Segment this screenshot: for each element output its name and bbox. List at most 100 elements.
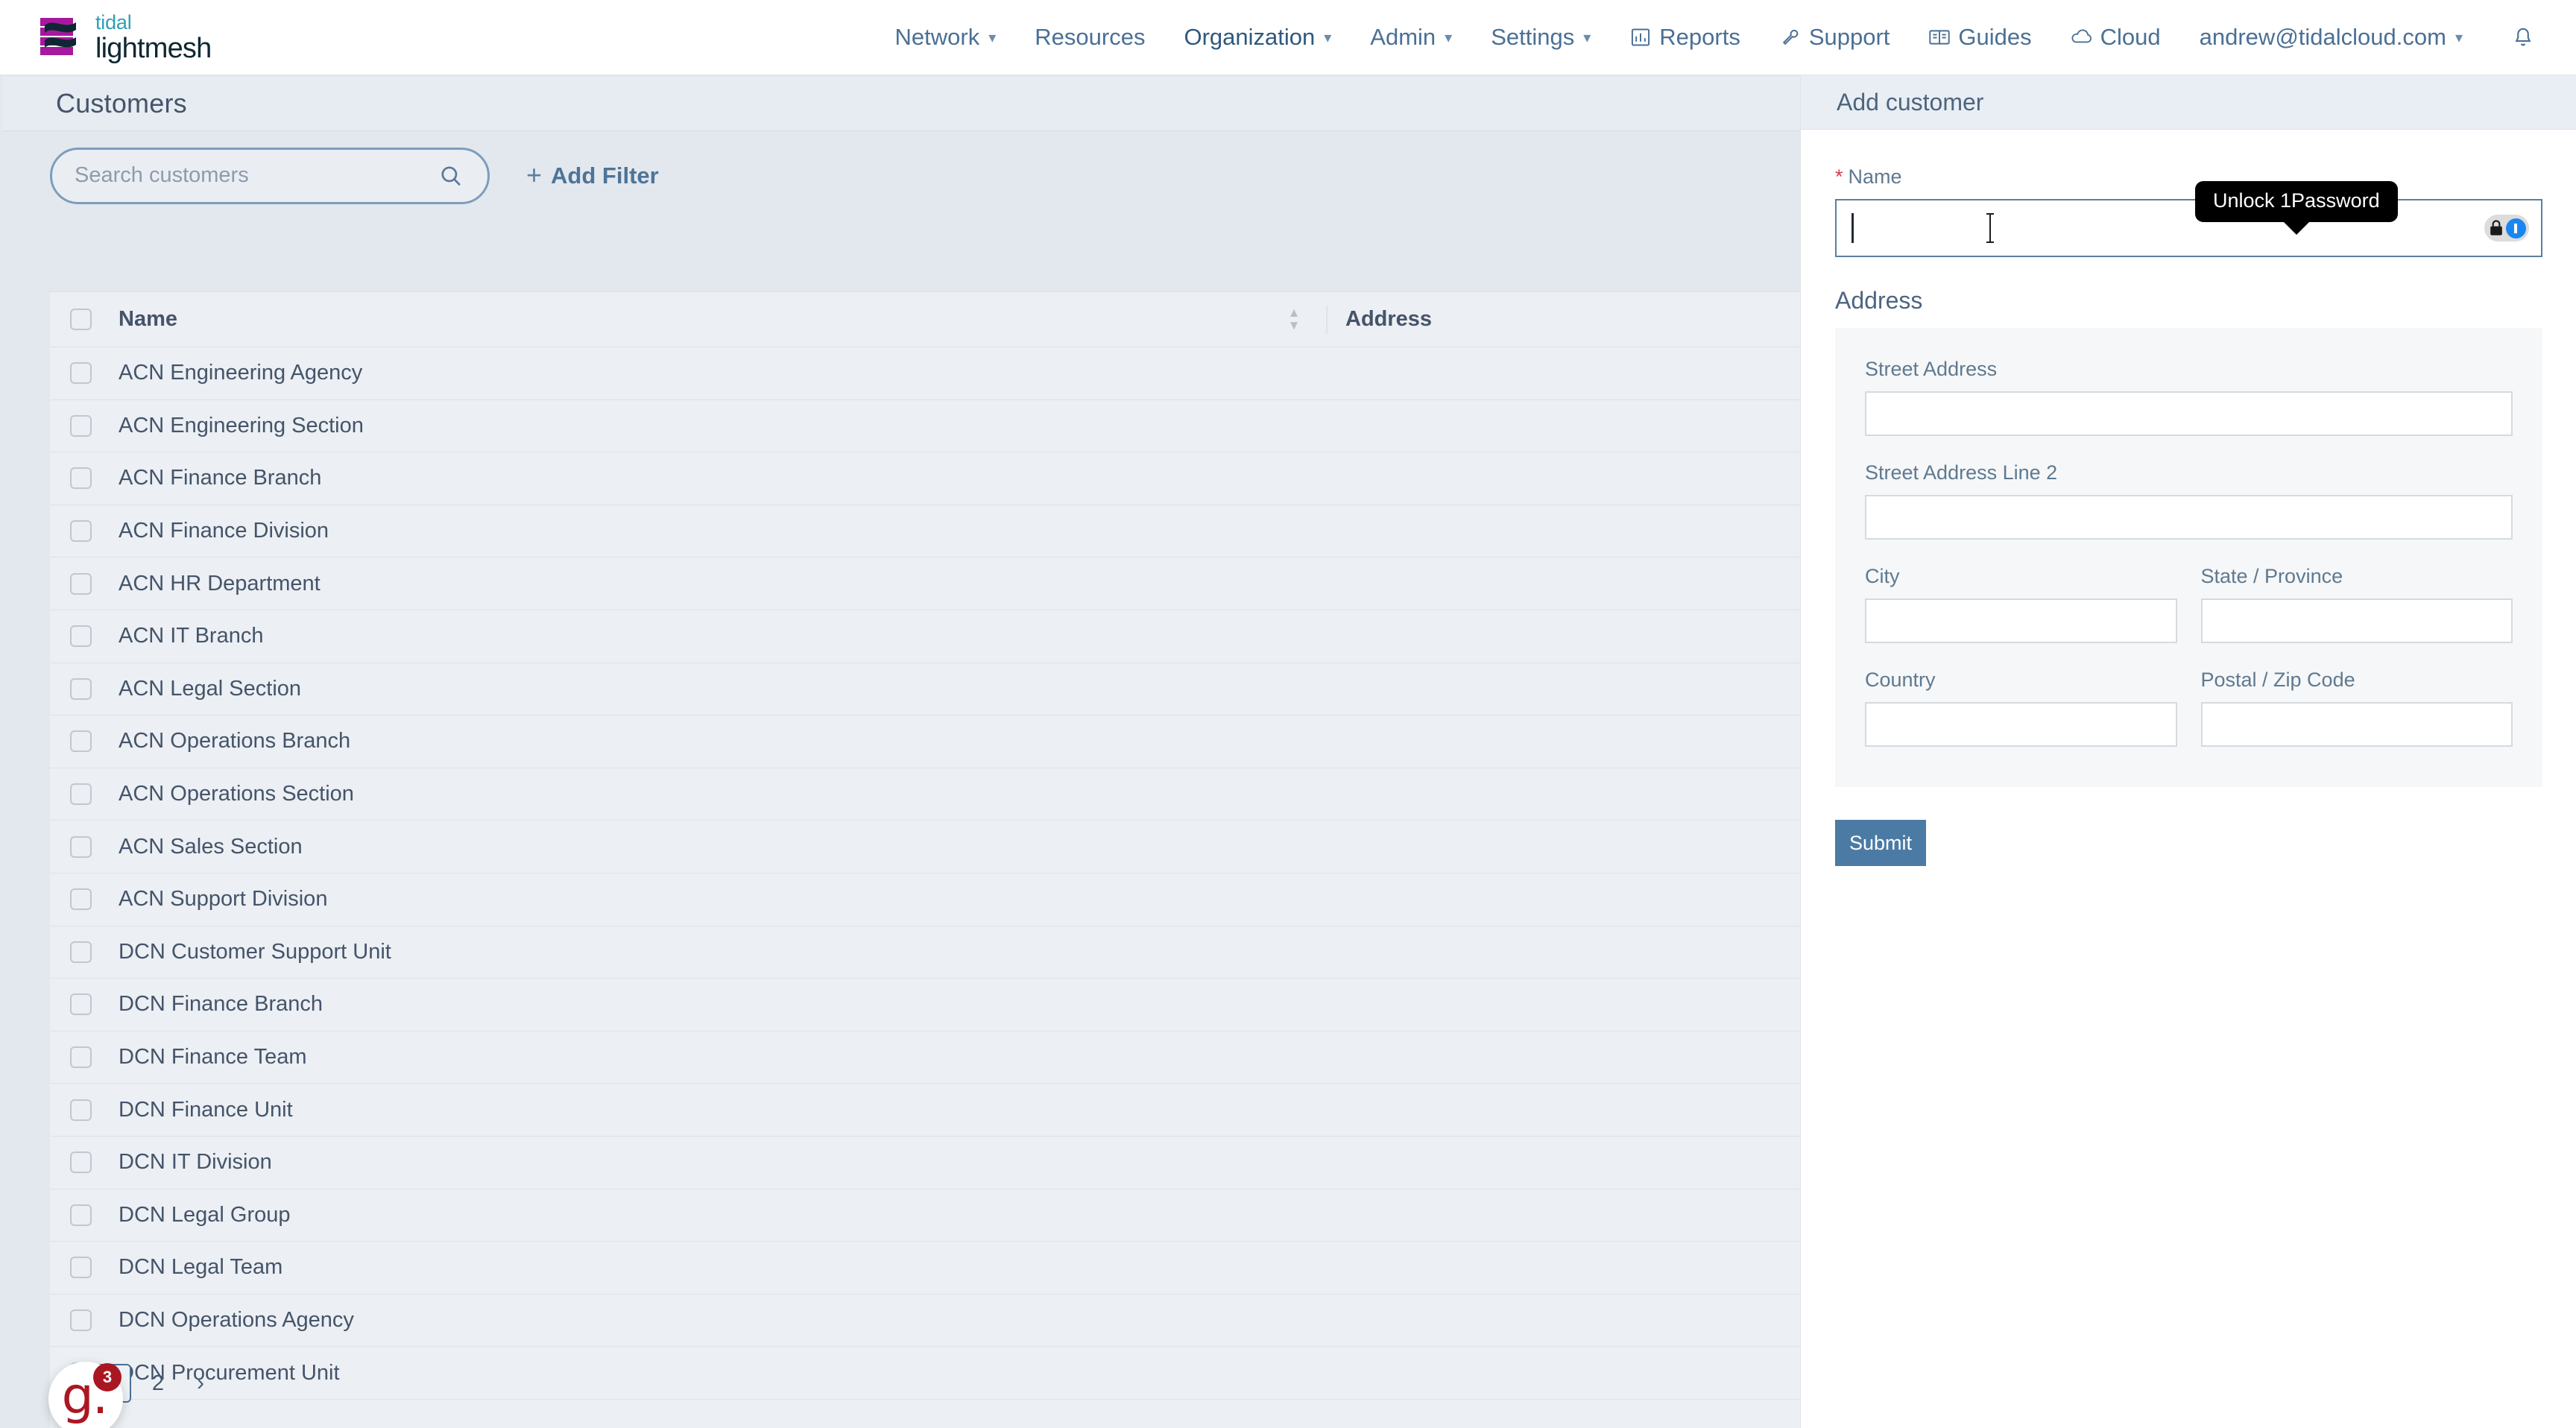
cell-customer-name[interactable]: ACN HR Department xyxy=(119,572,1281,596)
table-row[interactable]: ACN Support Division xyxy=(50,873,1800,926)
row-checkbox[interactable] xyxy=(70,362,92,385)
cell-customer-name[interactable]: DCN Legal Group xyxy=(119,1203,1281,1228)
search-icon[interactable] xyxy=(437,162,465,190)
sort-arrows-icon[interactable]: ▲ ▼ xyxy=(1281,306,1307,332)
cell-customer-name[interactable]: ACN Support Division xyxy=(119,887,1281,912)
table-row[interactable]: DCN Finance Team xyxy=(50,1031,1800,1084)
brand-logo[interactable]: tidal lightmesh xyxy=(39,12,212,63)
row-checkbox[interactable] xyxy=(70,1046,92,1069)
nav-item-support[interactable]: Support xyxy=(1760,0,1910,75)
row-checkbox[interactable] xyxy=(70,888,92,911)
nav-label: Organization xyxy=(1184,24,1316,50)
nav-item-guides[interactable]: Guides xyxy=(1909,0,2051,75)
nav-item-settings[interactable]: Settings ▾ xyxy=(1471,0,1610,75)
row-checkbox[interactable] xyxy=(70,1099,92,1121)
table-row[interactable]: DCN Finance Unit xyxy=(50,1084,1800,1137)
country-postal-row: Country Postal / Zip Code xyxy=(1865,669,2513,747)
row-checkbox[interactable] xyxy=(70,993,92,1016)
table-row[interactable]: DCN Procurement Unit xyxy=(50,1347,1800,1400)
row-checkbox[interactable] xyxy=(70,1309,92,1331)
nav-item-cloud[interactable]: Cloud xyxy=(2051,0,2180,75)
cell-customer-name[interactable]: DCN Procurement Unit xyxy=(119,1361,1281,1386)
table-row[interactable]: ACN Operations Branch xyxy=(50,715,1800,768)
city-input[interactable] xyxy=(1865,598,2177,643)
table-row[interactable]: ACN Finance Division xyxy=(50,505,1800,558)
name-field-label: * Name xyxy=(1835,165,2542,189)
nav-item-reports[interactable]: Reports xyxy=(1610,0,1760,75)
nav-item-admin[interactable]: Admin ▾ xyxy=(1351,0,1471,75)
table-row[interactable]: DCN Operations Agency xyxy=(50,1295,1800,1348)
state-input[interactable] xyxy=(2200,598,2513,643)
row-checkbox[interactable] xyxy=(70,1151,92,1174)
cell-customer-name[interactable]: DCN Finance Unit xyxy=(119,1098,1281,1122)
row-checkbox[interactable] xyxy=(70,1204,92,1226)
table-row[interactable]: DCN Customer Support Unit xyxy=(50,926,1800,979)
row-checkbox[interactable] xyxy=(70,835,92,858)
notifications-button[interactable] xyxy=(2504,0,2542,75)
select-all-checkbox[interactable] xyxy=(70,309,92,330)
street-address-2-input[interactable] xyxy=(1865,495,2513,540)
row-checkbox[interactable] xyxy=(70,730,92,753)
column-header-address[interactable]: Address xyxy=(1345,307,1432,332)
cell-customer-name[interactable]: DCN Finance Team xyxy=(119,1045,1281,1070)
row-checkbox[interactable] xyxy=(70,677,92,700)
search-input[interactable]: Search customers xyxy=(75,163,437,188)
nav-label: andrew@tidalcloud.com xyxy=(2199,24,2446,50)
cell-customer-name[interactable]: DCN IT Division xyxy=(119,1150,1281,1175)
nav-item-resources[interactable]: Resources xyxy=(1015,0,1164,75)
cell-customer-name[interactable]: ACN Finance Division xyxy=(119,519,1281,543)
customer-name-input[interactable] xyxy=(1835,199,2542,257)
row-checkbox[interactable] xyxy=(70,625,92,648)
nav-label: Network xyxy=(894,24,980,50)
postal-input[interactable] xyxy=(2200,702,2513,747)
city-state-row: City State / Province xyxy=(1865,565,2513,643)
cell-customer-name[interactable]: ACN Finance Branch xyxy=(119,466,1281,490)
street-address-input[interactable] xyxy=(1865,391,2513,436)
table-row[interactable]: DCN Finance Branch xyxy=(50,979,1800,1031)
row-checkbox[interactable] xyxy=(70,941,92,963)
nav-item-network[interactable]: Network ▾ xyxy=(876,0,1016,75)
row-checkbox[interactable] xyxy=(70,572,92,595)
row-checkbox[interactable] xyxy=(70,783,92,806)
table-row[interactable]: ACN Legal Section xyxy=(50,663,1800,716)
customers-table: Name ▲ ▼ Address ACN Engineering Agency A… xyxy=(50,291,1800,1428)
add-filter-button[interactable]: + Add Filter xyxy=(526,162,659,189)
country-input[interactable] xyxy=(1865,702,2177,747)
table-row[interactable]: ACN Sales Section xyxy=(50,821,1800,873)
nav-item-user-account[interactable]: andrew@tidalcloud.com ▾ xyxy=(2180,0,2482,75)
pagination-next-button[interactable]: › xyxy=(181,1364,220,1403)
cell-customer-name[interactable]: ACN Legal Section xyxy=(119,677,1281,701)
row-checkbox[interactable] xyxy=(70,467,92,490)
row-checkbox[interactable] xyxy=(70,520,92,543)
search-customers-field[interactable]: Search customers xyxy=(50,147,490,204)
table-row[interactable]: ACN Finance Branch xyxy=(50,452,1800,505)
cell-customer-name[interactable]: ACN IT Branch xyxy=(119,624,1281,648)
column-header-name[interactable]: Name xyxy=(119,307,1281,332)
mouse-ibeam-cursor xyxy=(1984,212,1996,244)
cell-customer-name[interactable]: DCN Customer Support Unit xyxy=(119,940,1281,964)
cell-customer-name[interactable]: ACN Engineering Agency xyxy=(119,361,1281,385)
table-row[interactable]: DCN Legal Team xyxy=(50,1242,1800,1295)
cell-customer-name[interactable]: ACN Sales Section xyxy=(119,835,1281,859)
pagination-page-2[interactable]: 2 xyxy=(139,1364,177,1403)
table-row[interactable]: ACN Engineering Section xyxy=(50,400,1800,453)
onepassword-lock-icon[interactable] xyxy=(2484,215,2529,241)
table-row[interactable]: ACN Operations Section xyxy=(50,768,1800,821)
table-row[interactable]: ACN Engineering Agency xyxy=(50,347,1800,400)
submit-button[interactable]: Submit xyxy=(1835,820,1926,866)
cell-customer-name[interactable]: DCN Finance Branch xyxy=(119,992,1281,1017)
table-row[interactable]: ACN IT Branch xyxy=(50,610,1800,663)
row-checkbox[interactable] xyxy=(70,414,92,437)
table-row[interactable]: DCN IT Division xyxy=(50,1137,1800,1190)
nav-item-organization[interactable]: Organization ▾ xyxy=(1164,0,1351,75)
cell-customer-name[interactable]: ACN Engineering Section xyxy=(119,414,1281,438)
cell-customer-name[interactable]: ACN Operations Branch xyxy=(119,729,1281,754)
chat-support-widget[interactable]: g. 3 xyxy=(48,1362,123,1428)
street-address-label: Street Address xyxy=(1865,358,1998,380)
cell-customer-name[interactable]: DCN Operations Agency xyxy=(119,1308,1281,1333)
row-checkbox[interactable] xyxy=(70,1257,92,1279)
table-row[interactable]: DCN Legal Group xyxy=(50,1190,1800,1242)
cell-customer-name[interactable]: DCN Legal Team xyxy=(119,1255,1281,1280)
cell-customer-name[interactable]: ACN Operations Section xyxy=(119,782,1281,806)
table-row[interactable]: ACN HR Department xyxy=(50,557,1800,610)
